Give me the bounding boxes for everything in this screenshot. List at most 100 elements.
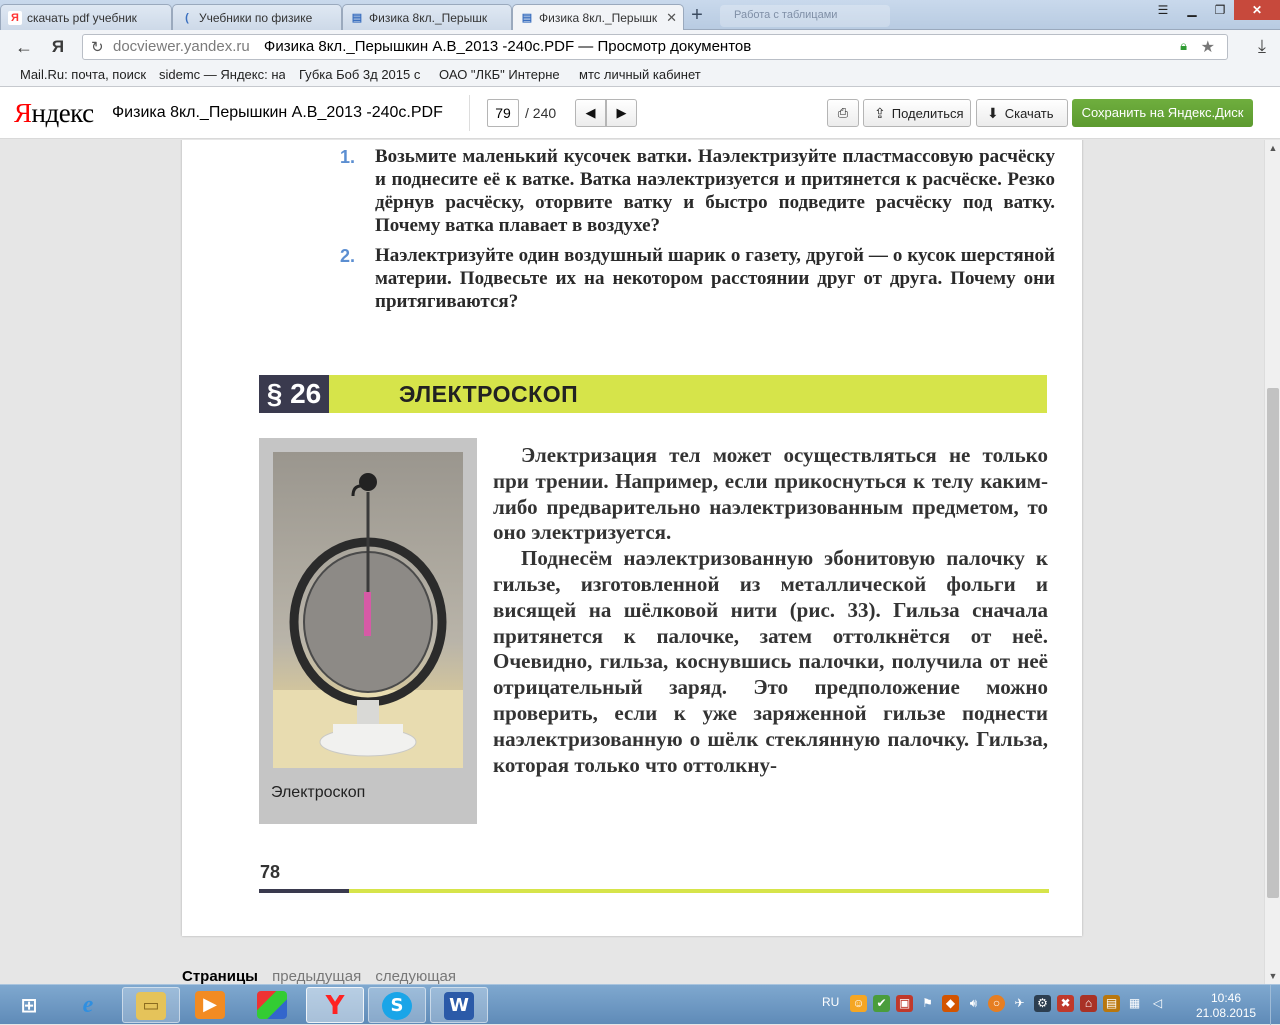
tab-0[interactable]: Я скачать pdf учебник [0,4,172,30]
bookmark-star-icon[interactable]: ★ [1201,37,1215,57]
windows-taskbar: ⊞ e ▭ ▶ Y S W RU ☺ ✔ ▣ ⚑ ◆ 🔊︎ ○ ✈ ⚙ ✖ ⌂ … [0,984,1280,1025]
taskbar-rubik[interactable] [244,987,302,1023]
document-favicon-icon: ▤ [521,12,533,24]
bookmark-item[interactable]: ОАО "ЛКБ" Интерне [439,67,565,82]
task-text: Наэлектризуйте один воздушный шарик о га… [375,245,1055,312]
folder-icon: ▭ [136,992,166,1020]
address-bar[interactable]: ↻ docviewer.yandex.ru Физика 8кл._Перышк… [82,34,1228,60]
section-body: Электризация тел может осуществляться не… [493,443,1048,778]
bookmark-item[interactable]: мтс личный кабинет [579,67,705,82]
pages-navigation: Страницы предыдущая следующая [182,968,456,984]
task-number: 2. [340,246,356,266]
close-tab-icon[interactable]: ✕ [666,10,677,26]
taskbar-explorer[interactable]: ▭ [122,987,180,1023]
yandex-browser-icon: Y [325,991,345,1021]
media-player-icon: ▶ [195,991,225,1019]
next-page-link[interactable]: следующая [375,968,456,984]
ghost-tab: Работа с таблицами [720,5,890,27]
taskbar-yandex-browser[interactable]: Y [306,987,364,1023]
speaker-icon[interactable]: ◁ [1149,995,1166,1012]
clock[interactable]: 10:46 21.08.2015 [1196,991,1256,1021]
lock-icon: 🔒︎ [1180,38,1187,53]
show-desktop-button[interactable] [1270,985,1280,1025]
share-button[interactable]: ⇪ Поделиться [863,99,971,127]
close-window-icon[interactable]: ✕ [1234,0,1280,20]
electroscope-photo [273,452,463,768]
vertical-scrollbar[interactable]: ▲ ▼ [1264,140,1280,984]
tray-app-icon[interactable]: ☺ [850,995,867,1012]
download-icon: ⬇ [987,105,999,121]
logo-first-letter: Я [14,98,32,128]
tray-app-icon[interactable]: ▤ [1103,995,1120,1012]
page-number-input[interactable]: 79 [487,99,519,127]
figure-electroscope: Электроскоп [259,438,477,824]
document-title: Физика 8кл._Перышкин А.В_2013 -240с.PDF [112,104,443,121]
back-arrow-icon[interactable]: ← [12,36,36,58]
word-icon: W [444,992,474,1020]
next-page-button[interactable]: ▶ [606,99,637,127]
tray-app-icon[interactable]: ▣ [896,995,913,1012]
task-text: Возьмите маленький кусочек ватки. Наэлек… [375,146,1055,236]
page-total: / 240 [525,105,557,121]
tab-2[interactable]: ▤ Физика 8кл._Перышк [342,4,512,30]
language-indicator[interactable]: RU [822,995,839,1009]
tab-label: Учебники по физике [199,11,313,25]
network-icon[interactable]: ▦ [1126,995,1143,1012]
reload-icon[interactable]: ↻ [91,38,104,56]
scroll-thumb[interactable] [1267,388,1279,898]
paragraph: Поднесём наэлектризованную эбонитовую па… [493,546,1048,777]
share-label: Поделиться [891,106,964,121]
download-button[interactable]: ⬇ Скачать [976,99,1068,127]
share-icon: ⇪ [874,105,886,121]
prev-page-button[interactable]: ◀ [575,99,606,127]
bookmark-item[interactable]: sidemc — Яндекс: на [159,67,285,82]
clock-date: 21.08.2015 [1196,1006,1257,1020]
start-button[interactable]: ⊞ [2,987,54,1023]
new-tab-button[interactable]: + [684,4,710,26]
tray-app-icon[interactable]: ⚙ [1034,995,1051,1012]
tab-label: Физика 8кл._Перышк [369,11,488,25]
document-viewport[interactable]: 1. Возьмите маленький кусочек ватки. Наэ… [0,140,1264,984]
yandex-logo[interactable]: Яндекс [14,98,94,129]
prev-page-link[interactable]: предыдущая [272,968,361,984]
rubik-cube-icon [257,991,287,1019]
tray-app-icon[interactable]: ⌂ [1080,995,1097,1012]
scroll-down-arrow-icon[interactable]: ▼ [1265,968,1280,984]
print-button[interactable]: ⎙ [827,99,859,127]
bookmark-item[interactable]: Mail.Ru: почта, поиск [20,67,146,82]
pages-label: Страницы [182,968,258,984]
triangle-right-icon: ▶ [616,105,627,120]
viewer-header: Яндекс Физика 8кл._Перышкин А.В_2013 -24… [0,87,1280,139]
taskbar-media-player[interactable]: ▶ [182,987,240,1023]
bookmark-item[interactable]: Губка Боб 3д 2015 с [299,67,425,82]
logo-rest: ндекс [31,98,95,128]
url-page-title: Физика 8кл._Перышкин А.В_2013 -240с.PDF … [263,38,752,55]
downloads-icon[interactable]: ⤓ [1258,36,1266,57]
tray-app-icon[interactable]: ✔ [873,995,890,1012]
section-header: § 26 ЭЛЕКТРОСКОП [259,375,1047,413]
minimize-icon[interactable]: ▁ [1178,0,1206,20]
tray-app-icon[interactable]: ✖ [1057,995,1074,1012]
maximize-icon[interactable]: ❐ [1206,0,1234,20]
save-to-disk-button[interactable]: Сохранить на Яндекс.Диск [1072,99,1253,127]
taskbar-ie[interactable]: e [60,987,118,1023]
browser-tab-strip: Я скачать pdf учебник ( Учебники по физи… [0,0,1280,30]
scroll-up-arrow-icon[interactable]: ▲ [1265,140,1280,156]
volume-icon[interactable]: 🔊︎ [965,995,982,1012]
tray-app-icon[interactable]: ◆ [942,995,959,1012]
tab-3-active[interactable]: ▤ Физика 8кл._Перышк ✕ [512,4,684,30]
browser-menu-icon[interactable]: ☰ [1148,0,1178,20]
yandex-favicon-icon: Я [8,11,22,25]
flag-icon[interactable]: ⚑ [919,995,936,1012]
header-divider [469,95,470,131]
windows-logo-icon: ⊞ [20,993,38,1017]
url-domain: docviewer.yandex.ru [113,38,250,55]
tray-app-icon[interactable]: ○ [988,995,1005,1012]
internet-explorer-icon: e [82,992,94,1018]
taskbar-word[interactable]: W [430,987,488,1023]
figure-caption: Электроскоп [271,784,366,801]
tray-app-icon[interactable]: ✈ [1011,995,1028,1012]
taskbar-skype[interactable]: S [368,987,426,1023]
tab-1[interactable]: ( Учебники по физике [172,4,342,30]
yandex-home-icon[interactable]: Я [46,36,70,58]
